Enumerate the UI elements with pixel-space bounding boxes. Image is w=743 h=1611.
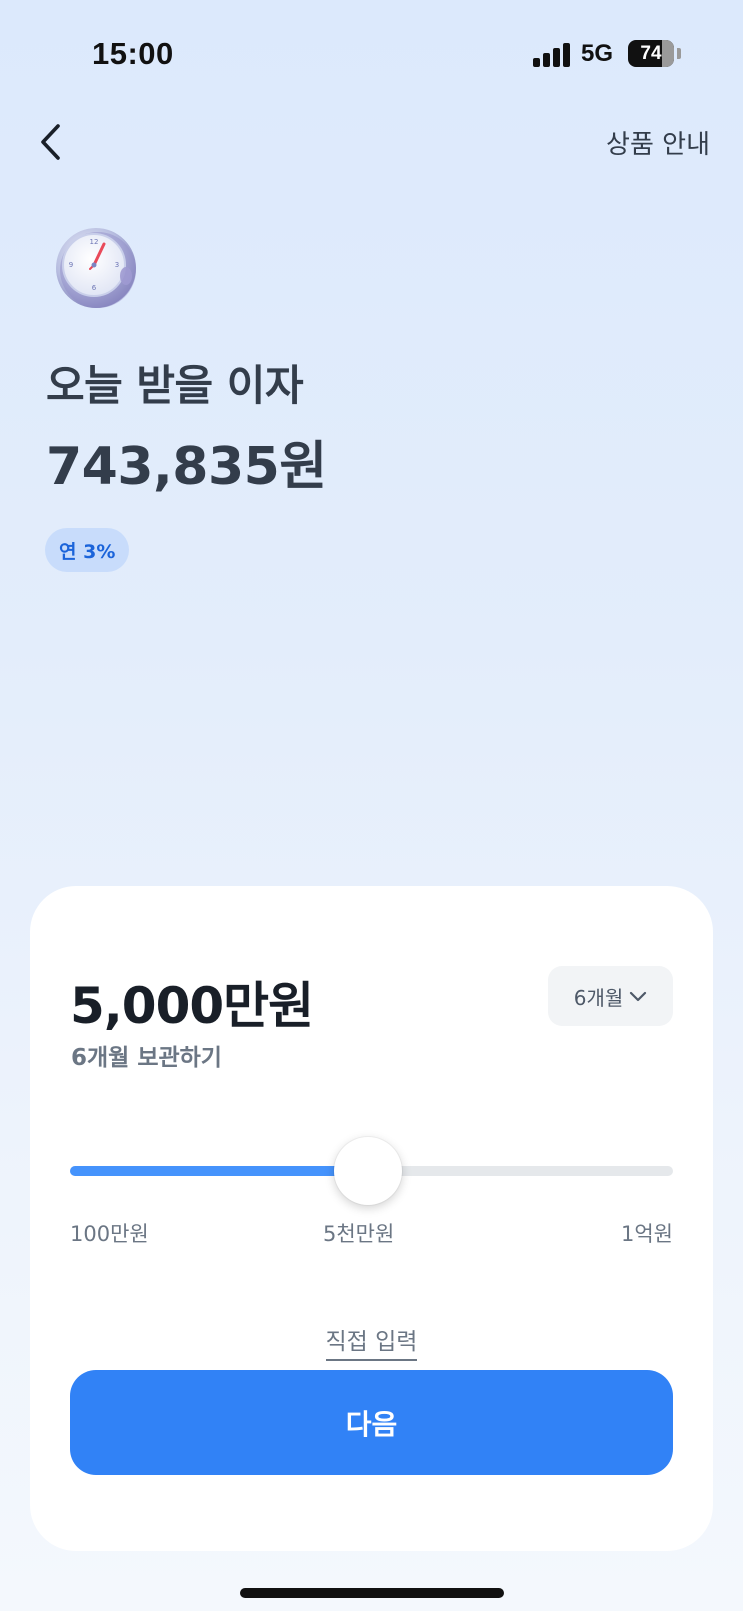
- slider-max-label: 1억원: [620, 1222, 673, 1246]
- period-value: 6개월: [573, 985, 624, 1010]
- svg-text:9: 9: [69, 261, 73, 269]
- direct-input-label: 직접 입력: [325, 1329, 418, 1361]
- signal-icon: [533, 43, 571, 67]
- next-button[interactable]: 다음: [70, 1370, 673, 1475]
- svg-text:12: 12: [90, 238, 99, 246]
- svg-text:3: 3: [115, 261, 119, 269]
- clock-icon: 12 3 6 9: [56, 228, 136, 308]
- rate-badge: 연 3%: [45, 528, 130, 572]
- battery-tip: [677, 48, 681, 59]
- interest-amount: 743,835원: [46, 437, 327, 497]
- svg-text:6: 6: [92, 284, 97, 292]
- slider-mid-label: 5천만원: [323, 1222, 395, 1246]
- network-type: 5G: [581, 40, 614, 67]
- home-indicator[interactable]: [240, 1588, 504, 1598]
- battery-level: 74: [640, 42, 662, 64]
- deposit-card: 5,000만원 6개월 보관하기 6개월 100만원 5천만원 1억원 직접 입…: [30, 886, 713, 1551]
- status-bar: 15:00 5G 74: [0, 0, 743, 110]
- back-button[interactable]: [30, 120, 70, 164]
- period-dropdown[interactable]: 6개월: [548, 966, 673, 1026]
- direct-input-link[interactable]: 직접 입력: [30, 1322, 713, 1361]
- slider-thumb[interactable]: [334, 1137, 403, 1205]
- amount-slider[interactable]: [70, 1136, 673, 1206]
- status-time: 15:00: [92, 36, 174, 71]
- deposit-amount: 5,000만원: [70, 977, 314, 1035]
- deposit-period-text: 6개월 보관하기: [71, 1045, 222, 1071]
- battery-icon: 74: [628, 40, 674, 67]
- slider-min-label: 100만원: [70, 1222, 149, 1246]
- slider-fill: [70, 1166, 369, 1176]
- page-title: 오늘 받을 이자: [46, 361, 304, 410]
- chevron-down-icon: [630, 991, 647, 1002]
- product-info-link[interactable]: 상품 안내: [606, 124, 710, 161]
- chevron-left-icon: [41, 124, 60, 160]
